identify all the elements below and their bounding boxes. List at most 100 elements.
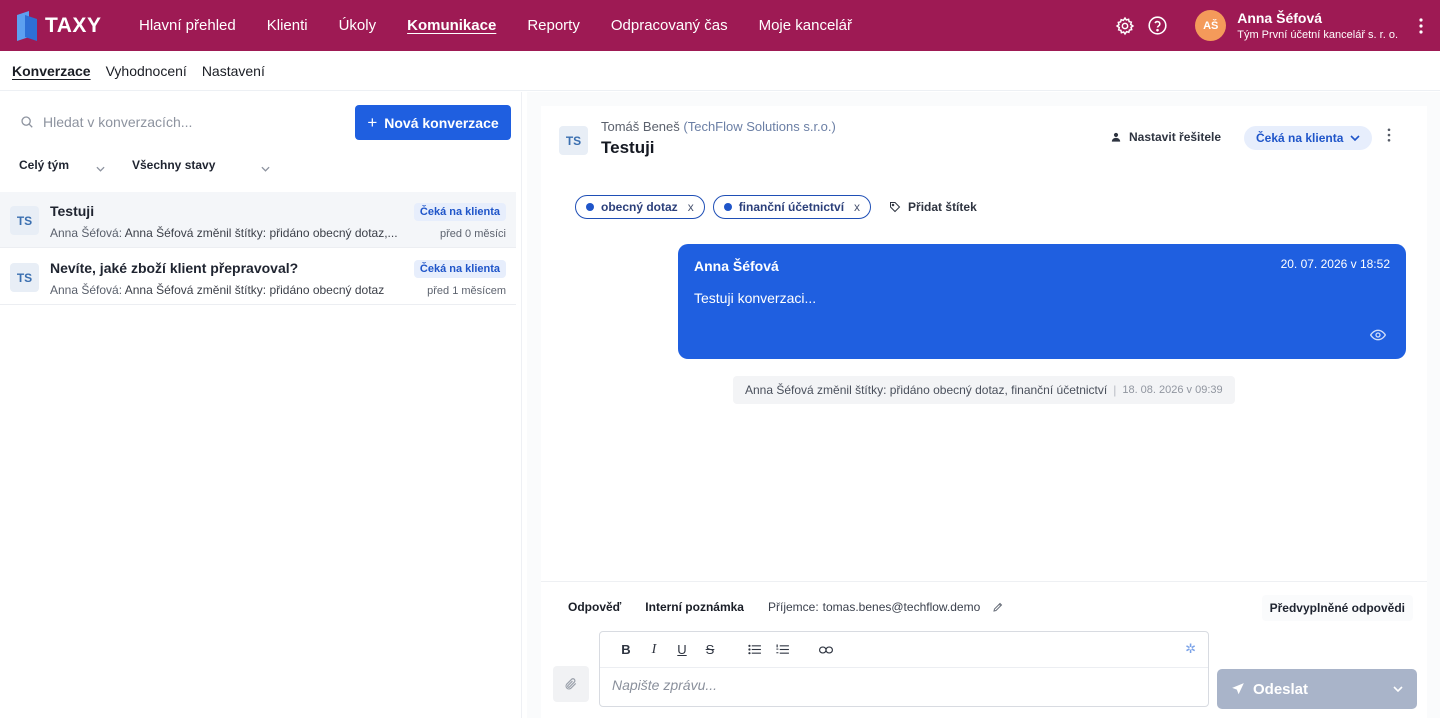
tag-dot [586,203,594,211]
tab-evaluation[interactable]: Vyhodnocení [106,63,187,79]
message-author: Anna Šéfová [694,258,779,274]
nav-item-communication[interactable]: Komunikace [407,17,496,34]
tag-dot [723,203,732,211]
conversation-author: Anna Šéfová: [50,283,123,297]
status-value: Čeká na klienta [1256,131,1344,145]
more-icon[interactable] [1387,128,1391,147]
logo-mark-icon [15,10,39,41]
formatting-toolbar: B I U S ✲ [600,632,1208,668]
client-info: Tomáš Beneš (TechFlow Solutions s.r.o.) [601,119,836,134]
conversation-preview: Anna Šéfová: Anna Šéfová změnil štítky: … [50,283,384,297]
top-right-area: AŠ Anna Šéfová Tým První účetní kancelář… [1114,0,1440,51]
link-icon[interactable] [812,640,840,660]
new-conversation-button[interactable]: + Nová konverzace [355,105,511,140]
system-event: Anna Šéfová změnil štítky: přidáno obecn… [733,376,1235,404]
ai-sparkle-icon[interactable]: ✲ [1185,641,1196,657]
bold-button[interactable]: B [612,640,640,660]
plus-icon: + [367,112,378,132]
message-date: 20. 07. 2026 v 18:52 [1280,257,1390,271]
person-icon [1111,132,1121,142]
assign-label: Nastavit řešitele [1129,130,1222,144]
sub-nav: Konverzace Vyhodnocení Nastavení [0,51,1440,91]
eye-icon[interactable] [1369,328,1387,346]
event-text: Anna Šéfová změnil štítky: přidáno obecn… [745,383,1108,397]
assign-button[interactable]: Nastavit řešitele [1111,130,1221,144]
avatar[interactable]: AŠ [1195,10,1227,41]
tag: finanční účetnictví x [712,195,872,219]
italic-button[interactable]: I [640,640,668,660]
conversation-item[interactable]: TS Nevíte, jaké zboží klient přepravoval… [0,249,516,305]
message-editor[interactable]: B I U S ✲ Napište zprávu... [599,631,1209,707]
nav-item-clients[interactable]: Klienti [267,17,308,34]
user-name: Anna Šéfová [1237,10,1323,26]
strikethrough-button[interactable]: S [696,640,724,660]
user-info[interactable]: Anna Šéfová Tým První účetní kancelář s.… [1237,10,1398,41]
logo[interactable]: TAXY [15,10,125,41]
more-icon[interactable] [1406,17,1436,34]
tab-reply[interactable]: Odpověď [568,600,621,614]
event-separator: | [1113,383,1117,397]
send-label: Odeslat [1253,680,1309,698]
status-badge: Čeká na klienta [413,260,506,278]
status-select[interactable]: Čeká na klienta [1244,126,1373,150]
paperclip-icon[interactable] [553,666,589,702]
team-filter-select[interactable]: Celý tým [19,152,105,178]
nav-item-office[interactable]: Moje kancelář [759,17,852,34]
tab-internal-note[interactable]: Interní poznámka [645,600,744,614]
message-placeholder: Napište zprávu... [612,677,718,693]
numbered-list-icon[interactable] [768,640,796,660]
conversation-time: před 0 měsíci [439,228,506,240]
conversation-time: před 1 měsícem [427,285,506,297]
new-conversation-label: Nová konverzace [384,114,499,131]
conversation-card: TS Tomáš Beneš (TechFlow Solutions s.r.o… [541,106,1427,718]
tag-remove-button[interactable]: x [688,200,694,214]
logo-text: TAXY [45,13,102,37]
conversation-title: Testuji [50,203,95,219]
message-bubble: Anna Šéfová 20. 07. 2026 v 18:52 Testuji… [678,244,1406,359]
search-input[interactable]: Hledat v konverzacích... [10,106,344,138]
conversation-preview-text: Anna Šéfová změnil štítky: přidáno obecn… [124,226,398,240]
message-text: Testuji konverzaci... [694,290,817,306]
conversation-item[interactable]: TS Testuji Anna Šéfová: Anna Šéfová změn… [0,192,516,248]
status-filter-value: Všechny stavy [132,158,216,172]
send-icon [1231,682,1245,696]
composer-tabs: Odpověď Interní poznámka Příjemce: tomas… [568,600,1004,614]
client-name[interactable]: Tomáš Beneš [601,119,680,134]
status-badge: Čeká na klienta [413,203,506,221]
conversation-title-heading: Testuji [601,138,655,157]
chevron-down-icon [1350,135,1360,141]
team-filter-value: Celý tým [19,158,70,172]
conversation-author: Anna Šéfová: [50,226,123,240]
nav-item-time[interactable]: Odpracovaný čas [611,17,728,34]
conversation-list-panel: Hledat v konverzacích... + Nová konverza… [0,92,522,718]
tag-icon [889,201,901,213]
underline-button[interactable]: U [668,640,696,660]
status-filter-select[interactable]: Všechny stavy [132,152,270,178]
add-tag-label: Přidat štítek [908,200,977,214]
chevron-down-icon [261,161,270,175]
conversation-detail-panel: TS Tomáš Beneš (TechFlow Solutions s.r.o… [527,92,1440,718]
nav-item-reports[interactable]: Reporty [527,17,580,34]
add-tag-button[interactable]: Přidat štítek [889,200,977,214]
tab-conversations[interactable]: Konverzace [12,63,91,79]
search-icon [20,115,34,129]
nav-item-tasks[interactable]: Úkoly [339,17,377,34]
pencil-icon[interactable] [992,601,1004,613]
gear-icon[interactable] [1114,15,1136,37]
top-bar: TAXY Hlavní přehled Klienti Úkoly Komuni… [0,0,1440,51]
bullet-list-icon[interactable] [740,640,768,660]
tab-settings[interactable]: Nastavení [202,63,265,79]
conversation-avatar: TS [10,206,39,235]
chevron-down-icon[interactable] [1393,686,1403,692]
tag-remove-button[interactable]: x [854,200,860,214]
conversation-avatar: TS [10,263,39,292]
conversation-title: Nevíte, jaké zboží klient přepravoval? [50,260,299,276]
tag-label: finanční účetnictví [738,200,845,214]
send-button[interactable]: Odeslat [1217,669,1417,709]
nav-item-overview[interactable]: Hlavní přehled [139,17,236,34]
predefined-replies-button[interactable]: Předvyplněné odpovědi [1261,595,1413,621]
recipient-label: Příjemce: [767,600,819,614]
client-company[interactable]: (TechFlow Solutions s.r.o.) [683,119,835,134]
tag-label: obecný dotaz [601,200,678,214]
help-icon[interactable] [1146,15,1168,37]
